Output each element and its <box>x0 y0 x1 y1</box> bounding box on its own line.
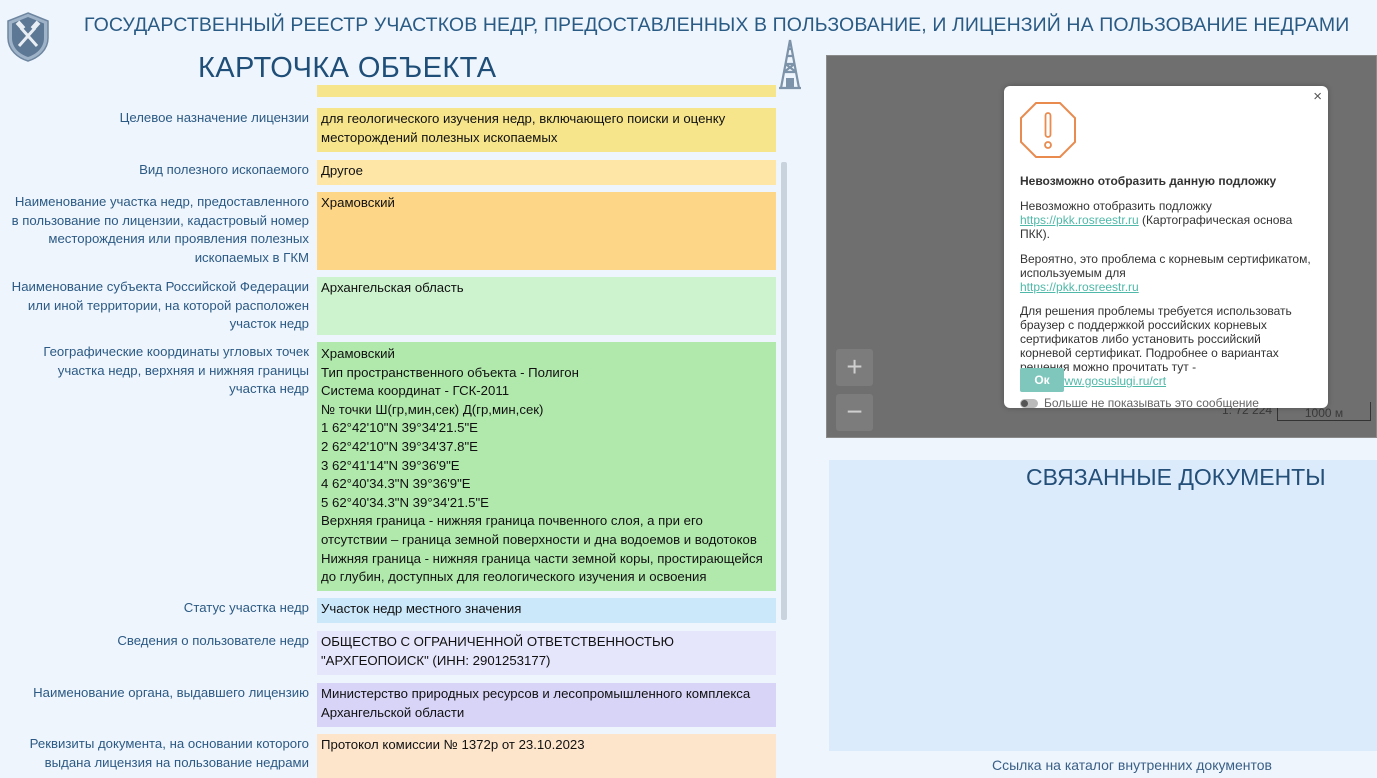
license-purpose-label: Целевое назначение лицензии <box>119 110 309 125</box>
plot-status-value: Участок недр местного значения <box>317 598 776 623</box>
dialog-heading: Невозможно отобразить данную подложку <box>1020 174 1277 188</box>
subsoil-plot-name-value: Храмовский <box>317 192 776 270</box>
dialog-text-2: Вероятно, это проблема с корневым сертиф… <box>1020 252 1311 294</box>
basis-document-value: Протокол комиссии № 1372р от 23.10.2023 <box>317 734 776 778</box>
region-value: Архангельская область <box>317 277 776 335</box>
license-purpose-value: для геологического изучения недр, включа… <box>317 108 776 152</box>
subsoil-user-value: ОБЩЕСТВО С ОГРАНИЧЕННОЙ ОТВЕТСТВЕННОСТЬЮ… <box>317 631 776 675</box>
mineral-type-label: Вид полезного ископаемого <box>139 162 309 177</box>
subsoil-user-label: Сведения о пользователе недр <box>117 633 309 648</box>
scrollbar[interactable] <box>781 162 787 620</box>
warning-octagon-icon <box>1020 102 1076 158</box>
zoom-in-button[interactable]: + <box>836 349 873 386</box>
basemap-error-dialog: × Невозможно отобразить данную подложку … <box>1004 86 1328 408</box>
dont-show-label: Больше не показывать это сообщение <box>1044 396 1259 408</box>
region-label: Наименование субъекта Российской Федерац… <box>11 279 309 331</box>
issuing-authority-label: Наименование органа, выдавшего лицензию <box>33 685 309 700</box>
ok-button[interactable]: Ок <box>1020 368 1064 392</box>
header: ГОСУДАРСТВЕННЫЙ РЕЕСТР УЧАСТКОВ НЕДР, ПР… <box>0 0 1377 62</box>
plot-status-label: Статус участка недр <box>183 600 309 615</box>
rosreestr-link-2[interactable]: https://pkk.rosreestr.ru <box>1020 280 1139 294</box>
related-documents-panel: СВЯЗАННЫЕ ДОКУМЕНТЫ <box>829 460 1377 751</box>
shield-hammers-icon[interactable] <box>6 12 50 62</box>
close-icon[interactable]: × <box>1313 89 1322 104</box>
related-documents-title: СВЯЗАННЫЕ ДОКУМЕНТЫ <box>1026 464 1326 490</box>
dialog-text-1: Невозможно отобразить подложку https://p… <box>1020 199 1293 241</box>
subsoil-plot-name-label: Наименование участка недр, предоставленн… <box>11 194 309 265</box>
issuing-authority-value: Министерство природных ресурсов и лесопр… <box>317 683 776 727</box>
card-title: КАРТОЧКА ОБЪЕКТА <box>198 52 497 84</box>
cutoff-row-label <box>49 84 309 96</box>
mineral-type-value: Другое <box>317 160 776 185</box>
page-title: ГОСУДАРСТВЕННЫЙ РЕЕСТР УЧАСТКОВ НЕДР, ПР… <box>84 14 1350 36</box>
coordinates-value: Храмовский Тип пространственного объекта… <box>317 342 776 591</box>
internal-docs-link[interactable]: Ссылка на каталог внутренних документов <box>992 757 1272 773</box>
dont-show-toggle[interactable] <box>1020 399 1038 408</box>
cutoff-row-value <box>317 85 776 97</box>
oil-derrick-icon <box>779 39 801 90</box>
basis-document-label: Реквизиты документа, на основании которо… <box>29 736 309 770</box>
zoom-out-button[interactable]: − <box>836 394 873 431</box>
rosreestr-link[interactable]: https://pkk.rosreestr.ru <box>1020 213 1139 227</box>
coordinates-label: Географические координаты угловых точек … <box>43 344 309 396</box>
